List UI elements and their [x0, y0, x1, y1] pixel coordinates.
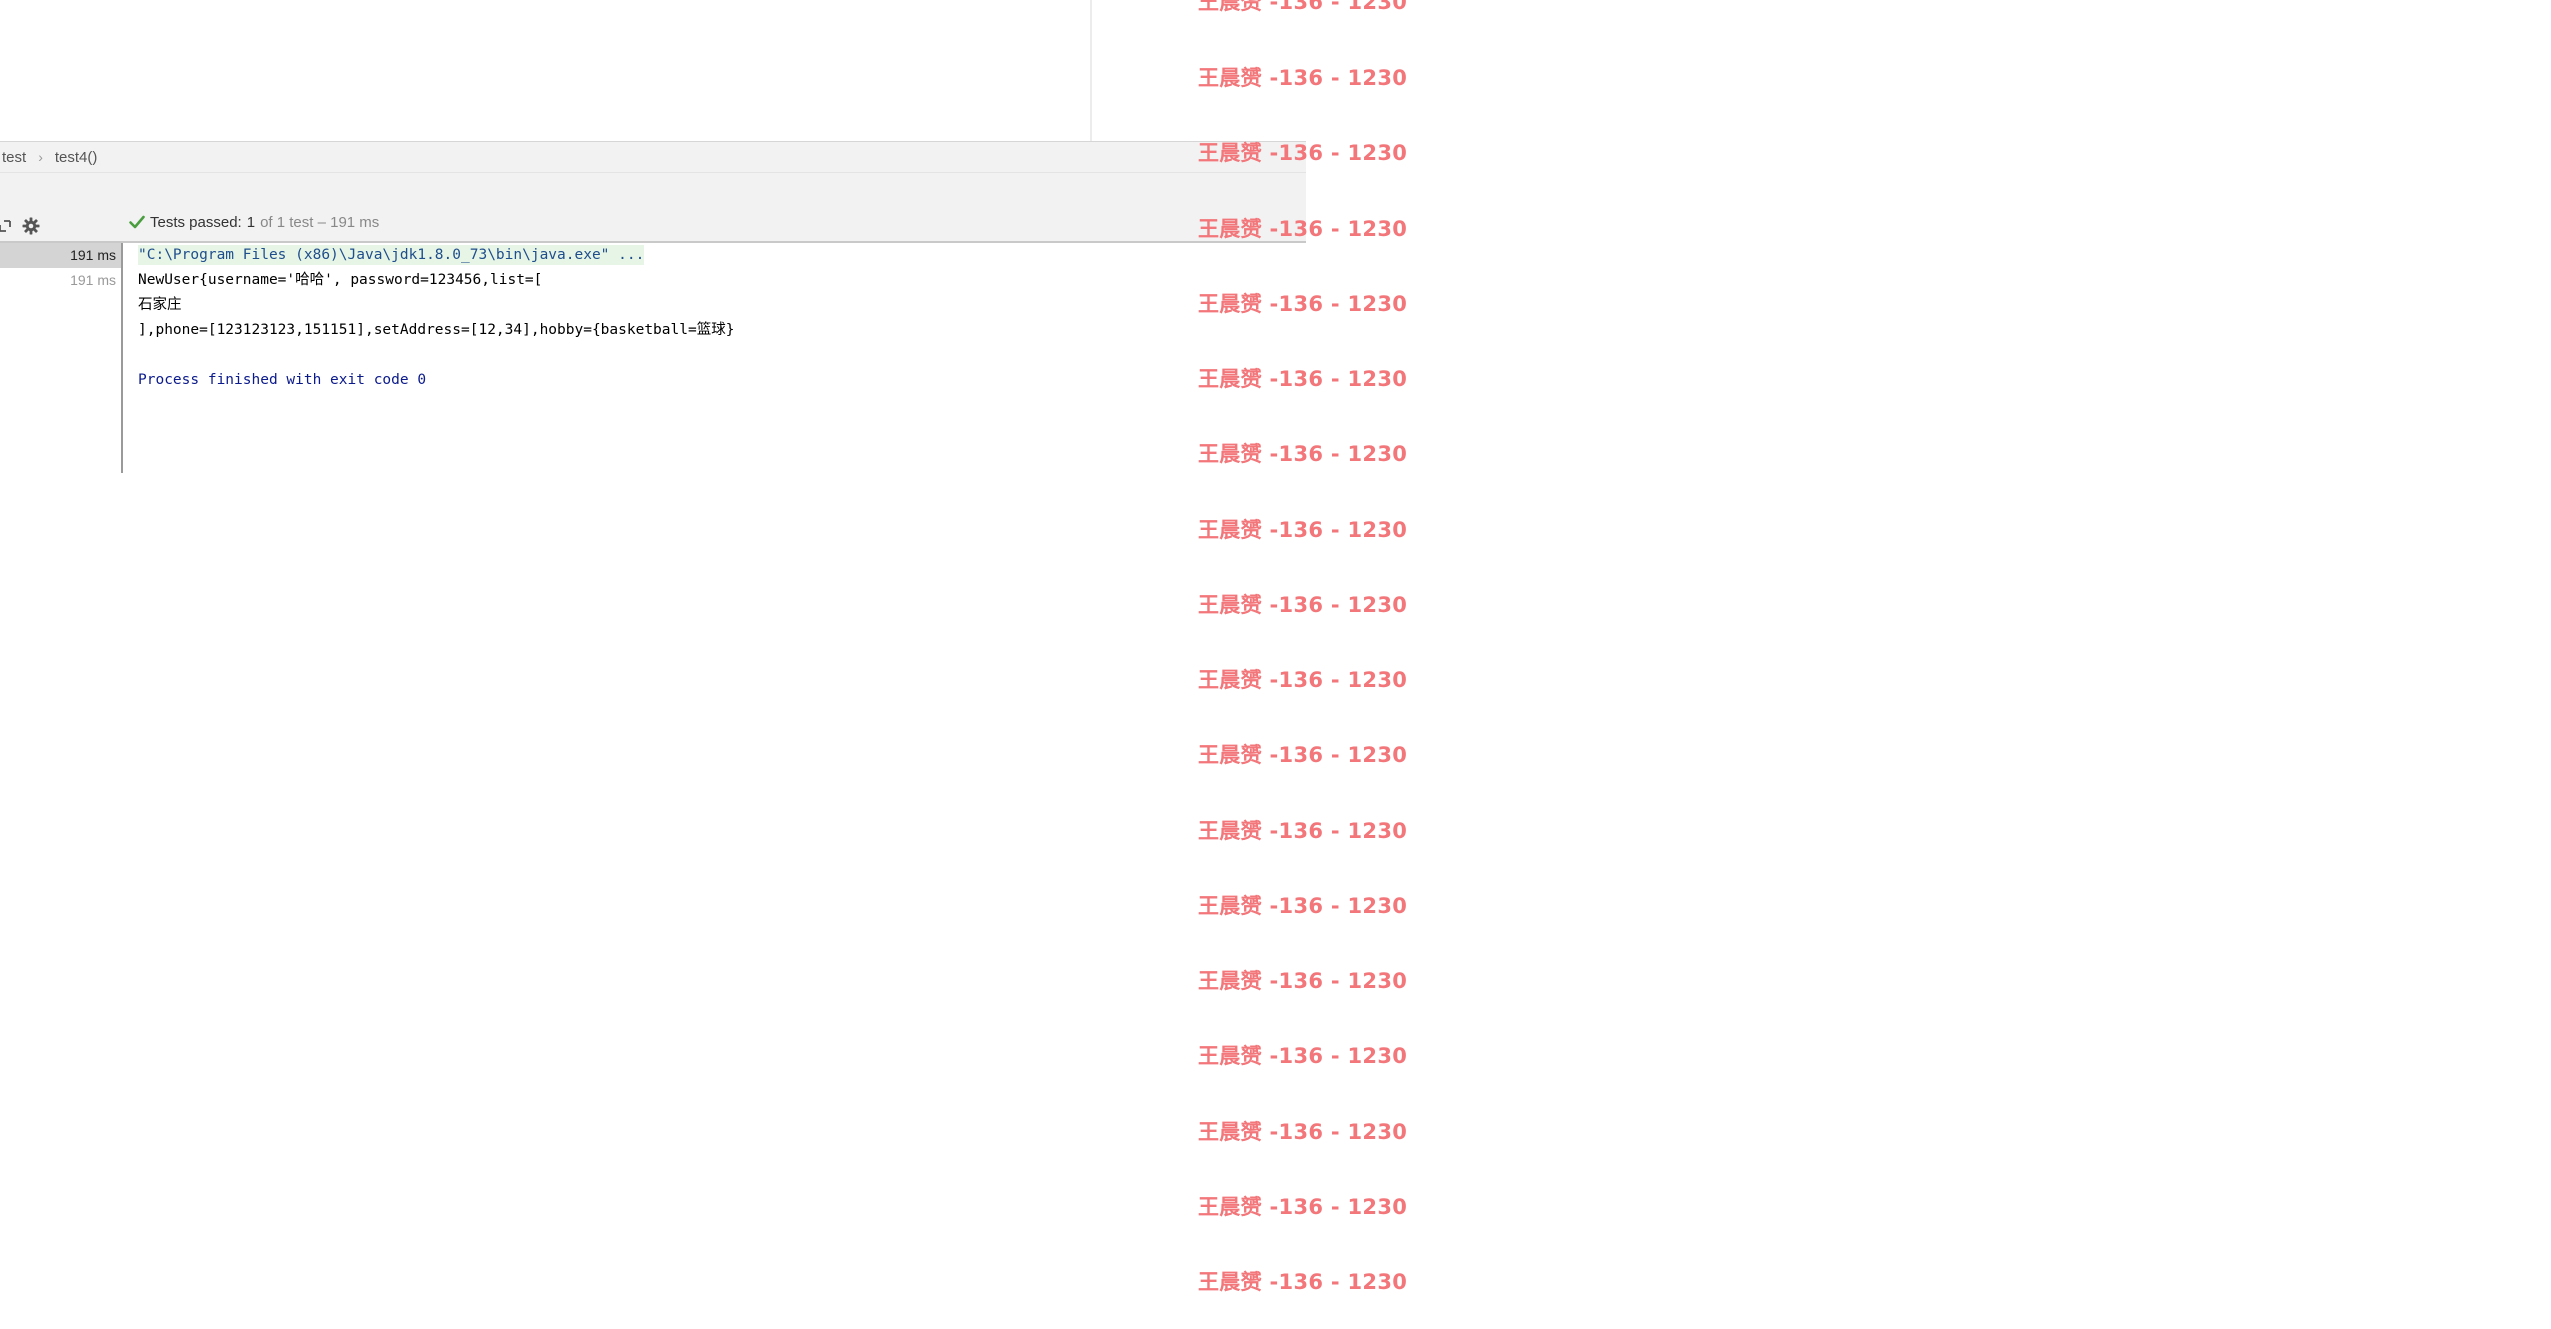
run-time-gutter: 191 ms 191 ms	[0, 243, 123, 473]
watermark-text: 王晨赟 -136 - 1230	[1198, 217, 1408, 241]
watermark-text: 王晨赟 -136 - 1230	[1198, 518, 1408, 542]
breadcrumb: test › test4()	[0, 141, 1306, 173]
watermark-text: 王晨赟 -136 - 1230	[1198, 1270, 1408, 1294]
expand-icon[interactable]	[0, 215, 16, 237]
watermark-text: 王晨赟 -136 - 1230	[1198, 593, 1408, 617]
tests-passed-label: Tests passed:	[150, 213, 242, 231]
watermark-text: 王晨赟 -136 - 1230	[1198, 66, 1408, 90]
breadcrumb-separator: ›	[38, 149, 43, 165]
gutter-time-row[interactable]: 191 ms	[0, 243, 121, 268]
editor-area	[0, 0, 1090, 141]
console-output[interactable]: "C:\Program Files (x86)\Java\jdk1.8.0_73…	[138, 243, 1298, 393]
check-icon	[129, 215, 145, 229]
command-line: "C:\Program Files (x86)\Java\jdk1.8.0_73…	[138, 245, 645, 265]
watermark-text: 王晨赟 -136 - 1230	[1198, 1120, 1408, 1144]
breadcrumb-item-test[interactable]: test	[0, 149, 30, 166]
console-line: NewUser{username='哈哈', password=123456,l…	[138, 272, 543, 288]
watermark-text: 王晨赟 -136 - 1230	[1198, 0, 1408, 14]
console-line: 石家庄	[138, 297, 182, 313]
console-line: "C:\Program Files (x86)\Java\jdk1.8.0_73…	[138, 243, 1298, 268]
watermark-text: 王晨赟 -136 - 1230	[1198, 668, 1408, 692]
gear-icon[interactable]	[20, 215, 42, 237]
console-line: ],phone=[123123123,151151],setAddress=[1…	[138, 322, 735, 338]
watermark-text: 王晨赟 -136 - 1230	[1198, 819, 1408, 843]
watermark-text: 王晨赟 -136 - 1230	[1198, 367, 1408, 391]
watermark-text: 王晨赟 -136 - 1230	[1198, 969, 1408, 993]
console-line: Process finished with exit code 0	[138, 372, 427, 388]
watermark-text: 王晨赟 -136 - 1230	[1198, 1044, 1408, 1068]
watermark-column: 王晨赟 -136 - 1230 王晨赟 -136 - 1230 王晨赟 -136…	[1198, 0, 1458, 1329]
watermark-text: 王晨赟 -136 - 1230	[1198, 442, 1408, 466]
watermark-text: 王晨赟 -136 - 1230	[1198, 1195, 1408, 1219]
watermark-text: 王晨赟 -136 - 1230	[1198, 894, 1408, 918]
test-status: Tests passed: 1 of 1 test – 191 ms	[128, 213, 379, 231]
editor-splitter[interactable]	[1090, 0, 1092, 141]
watermark-text: 王晨赟 -136 - 1230	[1198, 141, 1408, 165]
watermark-text: 王晨赟 -136 - 1230	[1198, 743, 1408, 767]
test-runner-toolbar: Tests passed: 1 of 1 test – 191 ms	[0, 173, 1306, 243]
breadcrumb-item-test4[interactable]: test4()	[51, 149, 102, 166]
watermark-text: 王晨赟 -136 - 1230	[1198, 292, 1408, 316]
gutter-time-row[interactable]: 191 ms	[0, 268, 121, 293]
tests-detail: of 1 test – 191 ms	[260, 213, 380, 231]
tests-passed-count: 1	[246, 213, 256, 231]
console-panel: 191 ms 191 ms "C:\Program Files (x86)\Ja…	[0, 243, 1306, 473]
